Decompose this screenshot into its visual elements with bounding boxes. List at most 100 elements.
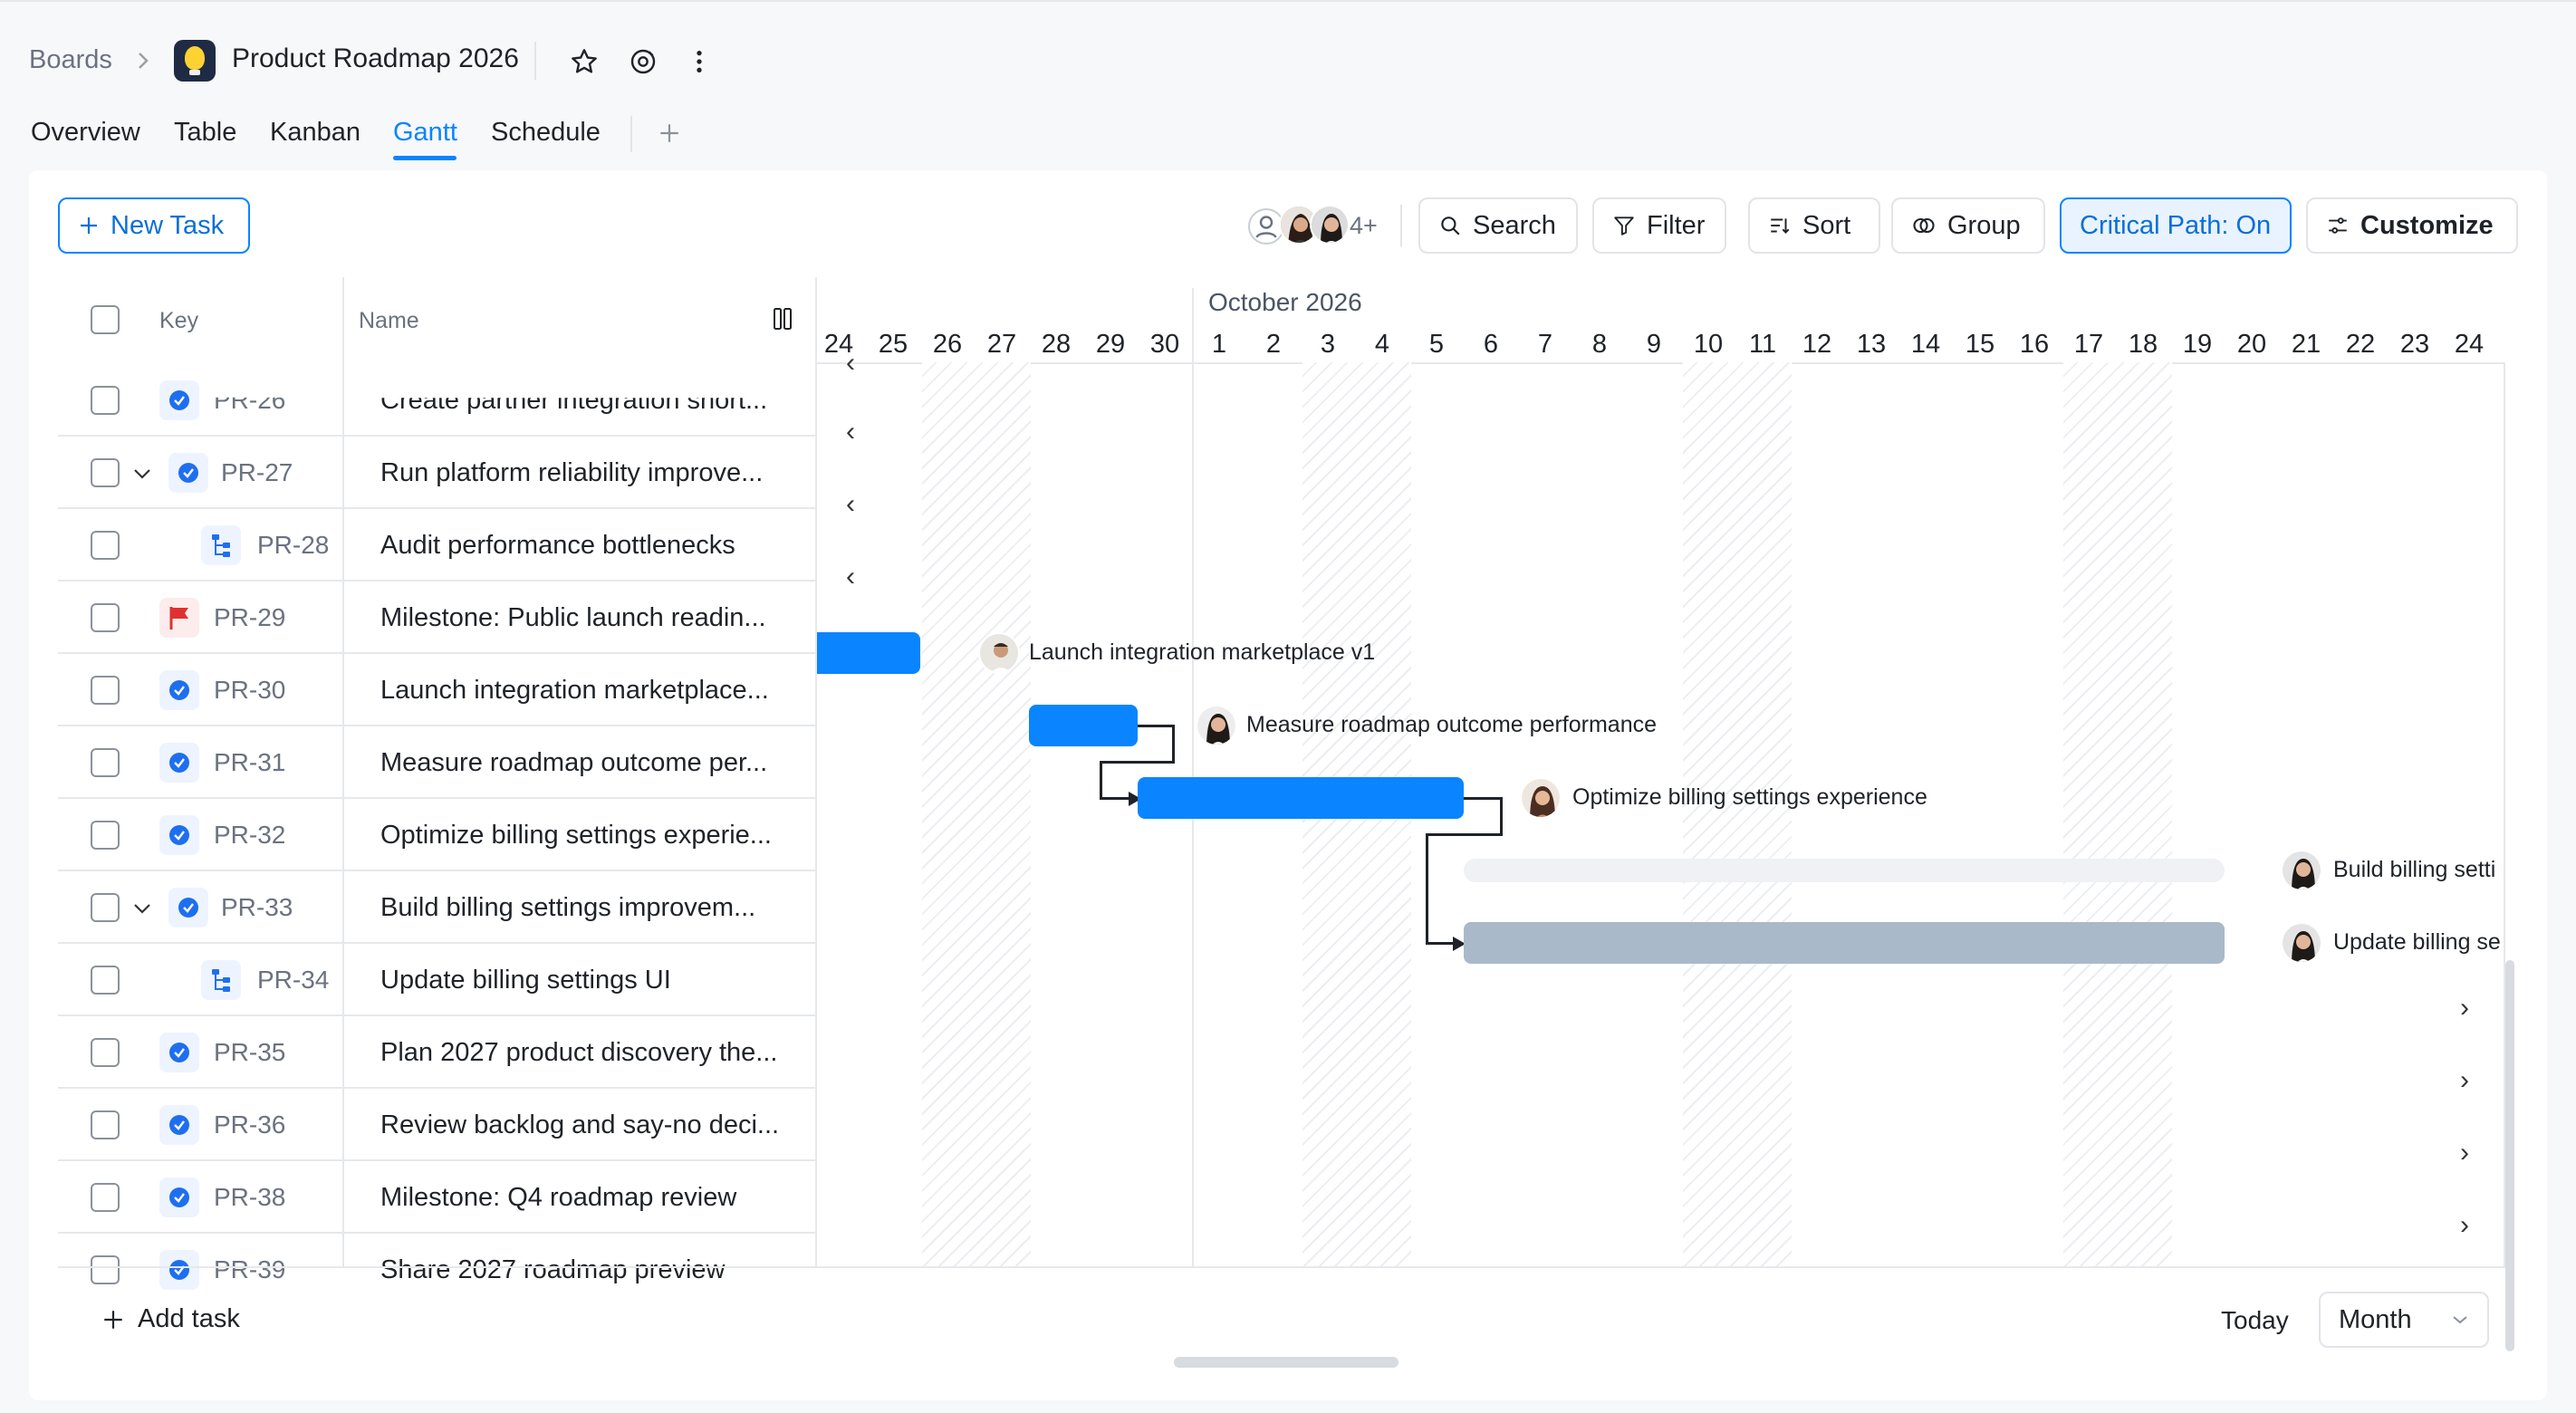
tab-schedule[interactable]: Schedule (491, 118, 601, 148)
scroll-right-arrow-icon[interactable]: › (2460, 993, 2469, 1024)
task-name[interactable]: Build billing settings improvem... (380, 893, 755, 923)
task-name[interactable]: Audit performance bottlenecks (380, 531, 735, 561)
task-key[interactable]: PR-33 (221, 893, 293, 922)
task-check-icon (159, 1105, 199, 1145)
avatar (978, 632, 1020, 674)
row-checkbox[interactable] (91, 676, 120, 705)
column-settings-icon[interactable] (772, 306, 793, 332)
row-checkbox[interactable] (91, 748, 120, 777)
scroll-right-arrow-icon[interactable]: › (2460, 1065, 2469, 1096)
filter-icon (1612, 214, 1636, 237)
task-key[interactable]: PR-39 (214, 1255, 285, 1284)
vertical-scrollbar[interactable] (2505, 960, 2514, 1351)
task-key[interactable]: PR-27 (221, 458, 293, 487)
task-key[interactable]: PR-34 (257, 966, 329, 995)
plus-icon (101, 1308, 125, 1331)
task-name[interactable]: Launch integration marketplace... (380, 676, 769, 706)
group-label: Group (1947, 211, 2021, 241)
more-vertical-icon[interactable] (694, 47, 705, 76)
row-checkbox[interactable] (91, 1255, 120, 1284)
task-key[interactable]: PR-29 (214, 603, 285, 632)
gantt-bar-pr30[interactable] (817, 632, 920, 674)
view-scale-select[interactable]: Month (2319, 1292, 2489, 1348)
task-name[interactable]: Review backlog and say-no deci... (380, 1110, 779, 1140)
task-name[interactable]: Measure roadmap outcome per... (380, 748, 767, 778)
scroll-left-arrow-icon[interactable]: ‹ (846, 348, 855, 379)
task-name[interactable]: Milestone: Q4 roadmap review (380, 1183, 736, 1213)
task-name[interactable]: Run platform reliability improve... (380, 458, 763, 488)
task-name[interactable]: Update billing settings UI (380, 966, 671, 995)
sort-button[interactable]: Sort (1748, 197, 1880, 254)
task-name[interactable]: Milestone: Public launch readin... (380, 603, 766, 633)
search-label: Search (1473, 211, 1556, 241)
expand-chevron-icon[interactable] (132, 902, 152, 915)
add-tab-icon[interactable] (658, 121, 681, 145)
day-label: 3 (1301, 330, 1355, 360)
breadcrumb-boards[interactable]: Boards (29, 45, 112, 75)
expand-chevron-icon[interactable] (132, 467, 152, 480)
row-divider (58, 1232, 815, 1234)
row-checkbox[interactable] (91, 821, 120, 850)
row-checkbox[interactable] (91, 386, 120, 415)
task-key[interactable]: PR-31 (214, 748, 285, 777)
scroll-left-arrow-icon[interactable]: ‹ (846, 417, 855, 447)
today-button[interactable]: Today (2221, 1306, 2289, 1335)
avatars-more-count: 4+ (1350, 212, 1378, 240)
task-name[interactable]: Optimize billing settings experie... (380, 821, 772, 851)
tab-gantt[interactable]: Gantt (393, 118, 457, 148)
row-checkbox[interactable] (91, 531, 120, 560)
gantt-bar-pr31[interactable] (1029, 705, 1138, 746)
dependency-line (1172, 725, 1175, 763)
row-checkbox[interactable] (91, 1038, 120, 1067)
column-header-key[interactable]: Key (159, 308, 198, 334)
task-name[interactable]: Plan 2027 product discovery the... (380, 1038, 777, 1068)
critical-path-toggle[interactable]: Critical Path: On (2060, 197, 2292, 254)
bar-label: Launch integration marketplace v1 (1029, 639, 1375, 666)
customize-button[interactable]: Customize (2306, 197, 2518, 254)
scroll-right-arrow-icon[interactable]: › (2460, 1138, 2469, 1168)
row-divider (58, 725, 815, 726)
task-key[interactable]: PR-28 (257, 531, 329, 560)
tab-overview[interactable]: Overview (31, 118, 140, 148)
search-button[interactable]: Search (1418, 197, 1578, 254)
row-checkbox[interactable] (91, 966, 120, 995)
tab-table[interactable]: Table (174, 118, 236, 148)
task-key[interactable]: PR-32 (214, 821, 285, 850)
new-task-button[interactable]: New Task (58, 197, 250, 254)
scroll-left-arrow-icon[interactable]: ‹ (846, 489, 855, 520)
column-header-name[interactable]: Name (359, 308, 419, 334)
day-label: 25 (866, 330, 920, 360)
filter-button[interactable]: Filter (1592, 197, 1726, 254)
gantt-bar-pr34[interactable] (1464, 922, 2225, 964)
task-key[interactable]: PR-36 (214, 1110, 285, 1139)
scroll-right-arrow-icon[interactable]: › (2460, 1210, 2469, 1241)
group-icon (1911, 213, 1937, 238)
row-checkbox[interactable] (91, 1183, 120, 1212)
group-button[interactable]: Group (1891, 197, 2045, 254)
task-key[interactable]: PR-38 (214, 1183, 285, 1212)
row-checkbox[interactable] (91, 458, 120, 487)
task-key[interactable]: PR-35 (214, 1038, 285, 1067)
select-all-checkbox[interactable] (91, 305, 120, 334)
gantt-bar-pr33-summary[interactable] (1464, 859, 2225, 882)
star-icon[interactable] (569, 47, 600, 76)
row-divider (58, 435, 815, 437)
view-scale-value: Month (2339, 1305, 2412, 1335)
task-name[interactable]: Share 2027 roadmap preview (380, 1255, 725, 1285)
day-label: 4 (1355, 330, 1409, 360)
scroll-left-arrow-icon[interactable]: ‹ (846, 562, 855, 592)
row-checkbox[interactable] (91, 1110, 120, 1139)
add-task-button[interactable]: Add task (101, 1304, 240, 1334)
day-label: 8 (1572, 330, 1627, 360)
gantt-bar-pr32[interactable] (1138, 777, 1464, 819)
watch-icon[interactable] (629, 47, 658, 76)
row-checkbox[interactable] (91, 603, 120, 632)
task-key[interactable]: PR-30 (214, 676, 285, 705)
subtask-icon (201, 525, 241, 565)
row-divider (58, 1087, 815, 1089)
sliders-icon (2326, 214, 2350, 237)
row-checkbox[interactable] (91, 893, 120, 922)
chevron-down-icon (2451, 1313, 2469, 1326)
tab-kanban[interactable]: Kanban (270, 118, 360, 148)
horizontal-scrollbar[interactable] (1174, 1357, 1399, 1368)
